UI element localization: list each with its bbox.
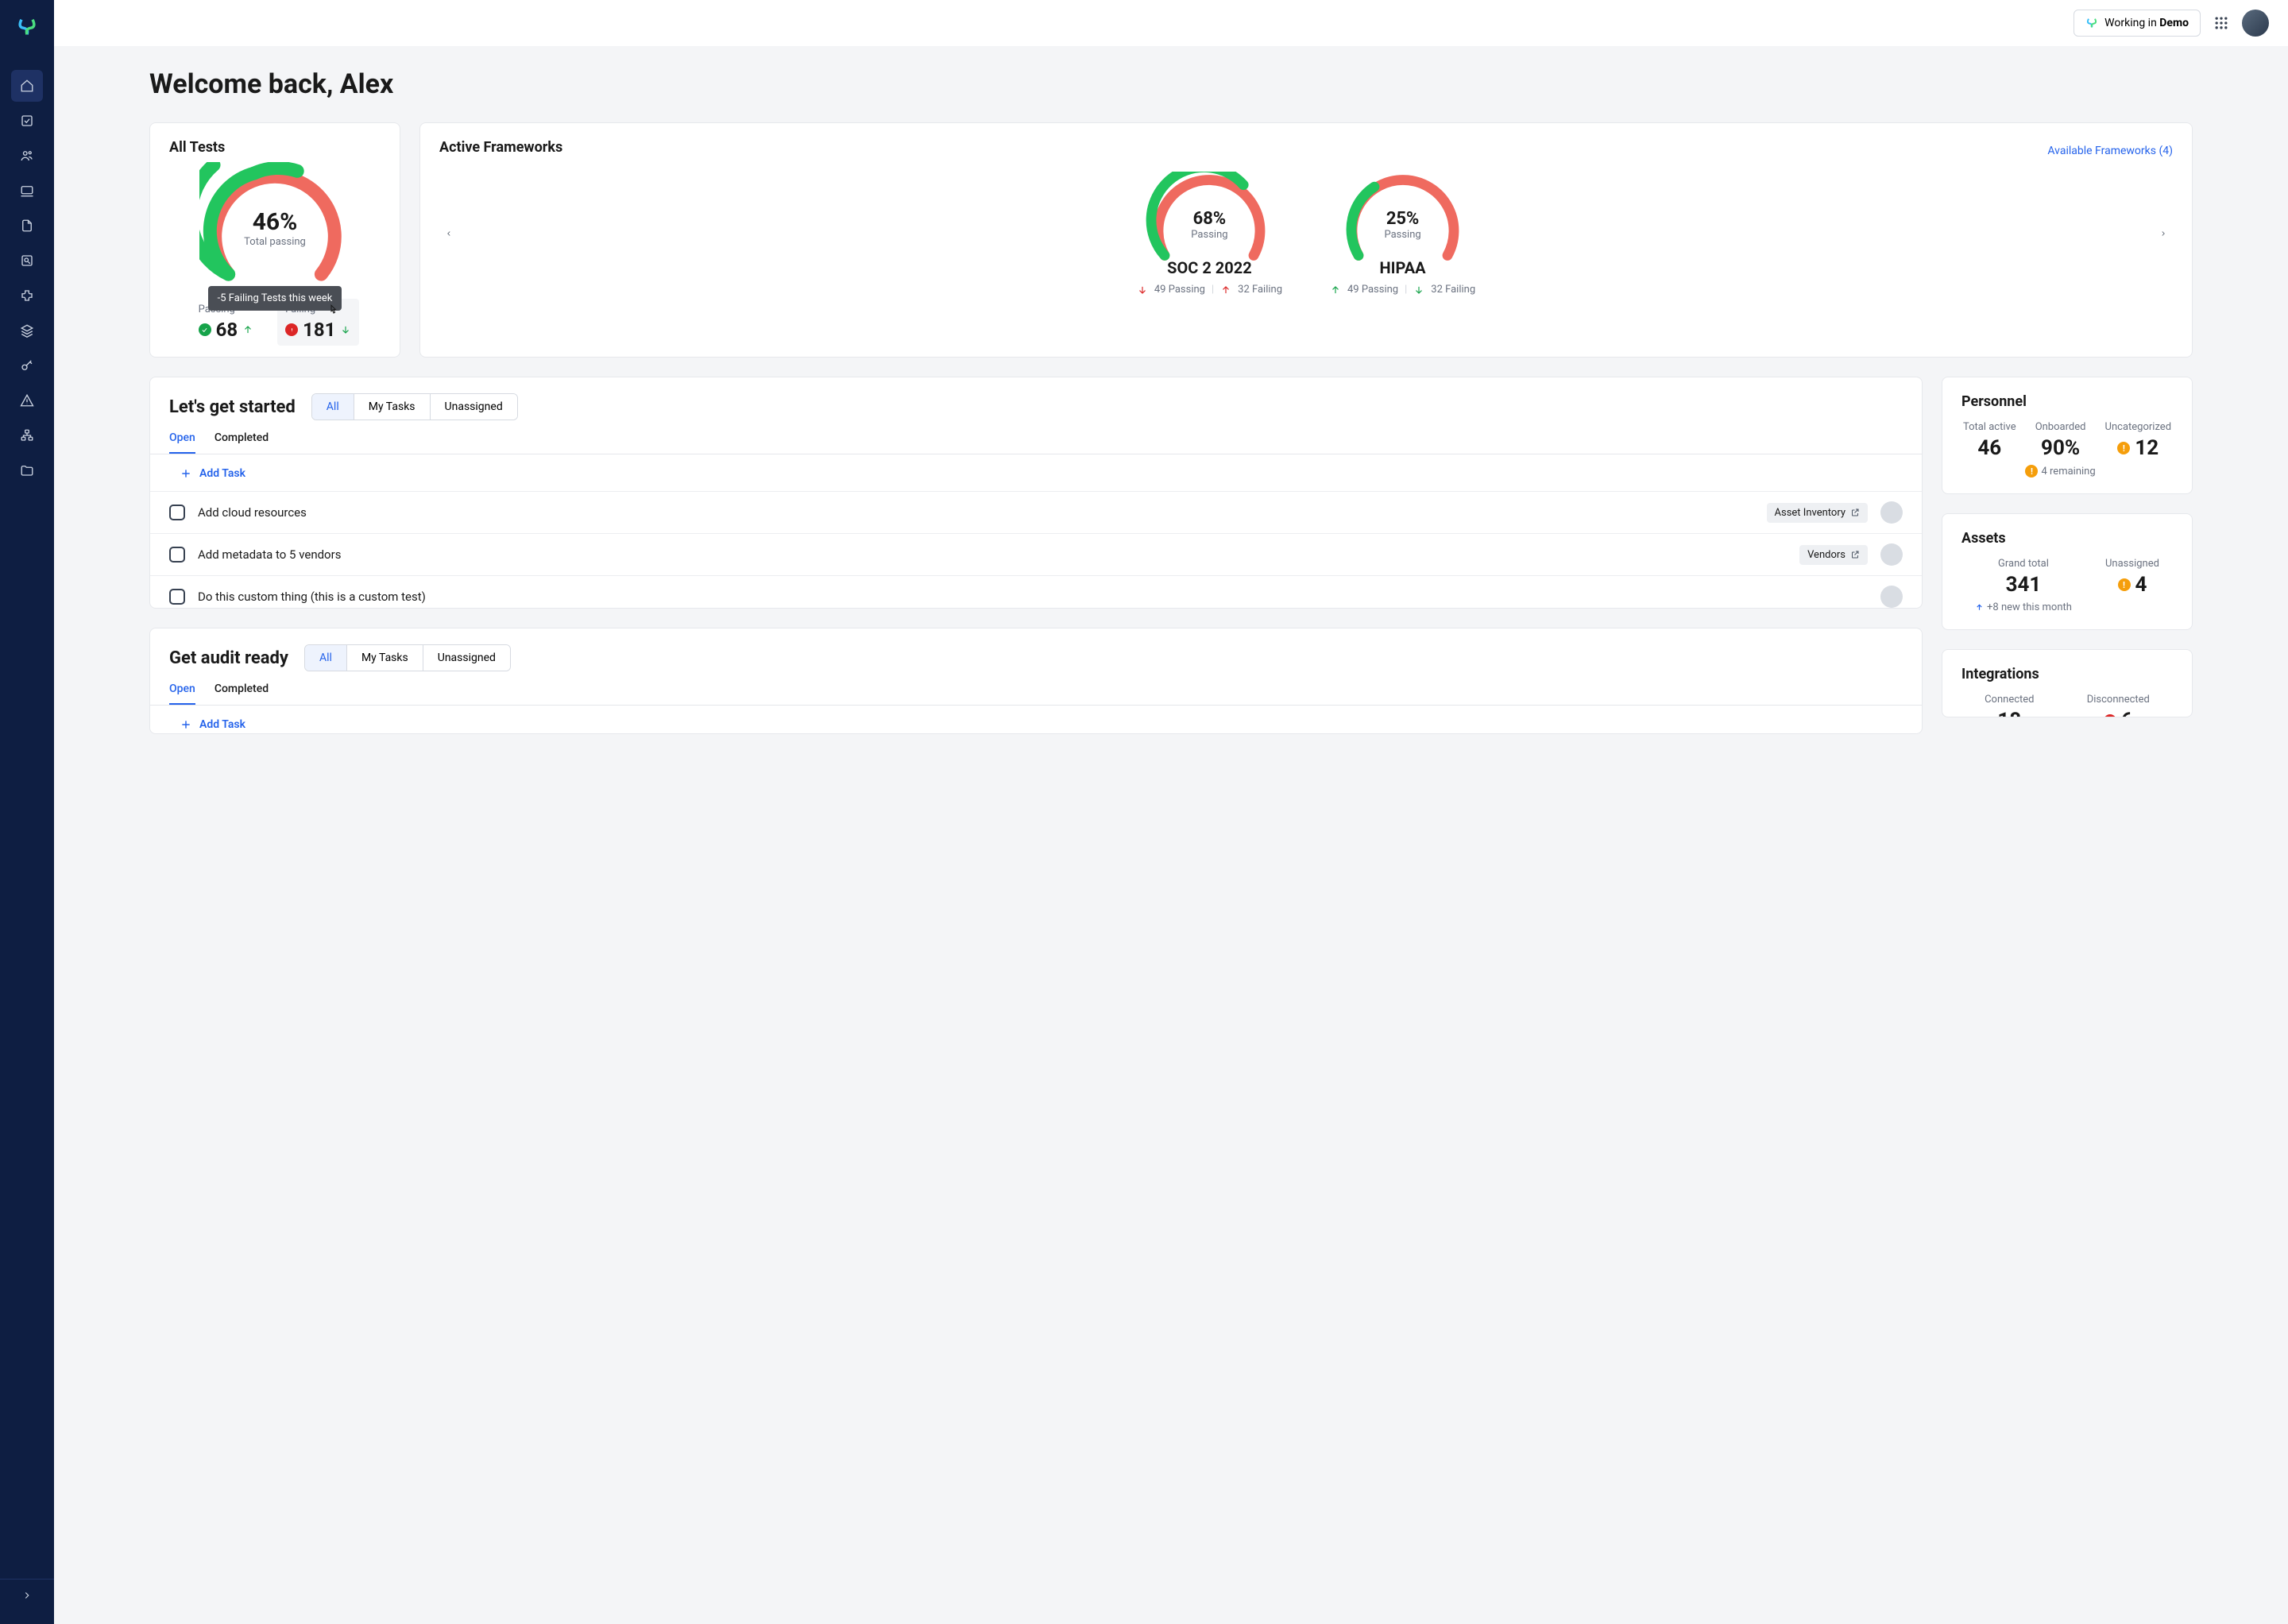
nav-search[interactable] [11,245,43,276]
get-started-card: Let's get started All My Tasks Unassigne… [149,377,1923,609]
app-logo-icon [16,16,38,38]
arrow-up-icon [1220,284,1231,296]
nav-files[interactable] [11,454,43,486]
filter-all[interactable]: All [312,394,354,420]
tab-open[interactable]: Open [169,682,195,705]
all-tests-card: All Tests 46% Total passing -5 Failin [149,122,400,358]
nav-integrations[interactable] [11,280,43,311]
plus-icon [180,719,191,730]
all-tests-percent: 46% [244,208,306,236]
carousel-prev-button[interactable] [439,224,458,243]
available-frameworks-link[interactable]: Available Frameworks (4) [2047,145,2173,157]
sidebar [0,0,54,1624]
all-tests-percent-label: Total passing [244,236,306,248]
warning-icon [2118,578,2131,591]
task-tag[interactable]: Asset Inventory [1767,503,1868,523]
task-checkbox[interactable] [169,547,185,563]
warning-icon [2025,465,2038,478]
assets-card[interactable]: Assets Grand total341+8 new this month U… [1942,513,2193,630]
nav-devices[interactable] [11,175,43,207]
framework-soc2[interactable]: 68% Passing SOC 2 2022 49 Passing | 32 F [1137,172,1282,296]
workspace-switcher[interactable]: Working in Demo [2074,10,2201,37]
check-circle-icon [199,323,211,336]
arrow-up-icon [1330,284,1341,296]
nav-tests[interactable] [11,105,43,137]
arrow-up-icon [1975,603,1984,612]
task-row[interactable]: Add metadata to 5 vendors Vendors [150,533,1922,575]
page-title: Welcome back, Alex [149,68,2193,100]
nav-layers[interactable] [11,315,43,346]
apps-grid-icon[interactable] [2213,15,2229,31]
failing-delta-tooltip: -5 Failing Tests this week [208,286,342,311]
nav-home[interactable] [11,70,43,102]
nav-keys[interactable] [11,350,43,381]
audit-filter: All My Tasks Unassigned [304,644,511,671]
framework-hipaa[interactable]: 25% Passing HIPAA 49 Passing | 32 Failin [1330,172,1475,296]
filter-all[interactable]: All [305,645,347,671]
arrow-down-icon [1413,284,1424,296]
add-task-button[interactable]: Add Task [169,454,1903,491]
filter-unassigned[interactable]: Unassigned [431,394,517,420]
get-started-title: Let's get started [169,397,296,417]
external-link-icon [1850,508,1860,517]
tab-completed[interactable]: Completed [214,682,269,705]
alert-circle-icon [285,323,298,336]
nav-personnel[interactable] [11,140,43,172]
trend-down-icon [340,324,351,335]
all-tests-title: All Tests [169,139,381,156]
task-row[interactable]: Do this custom thing (this is a custom t… [150,575,1922,609]
workspace-logo-icon [2085,17,2098,29]
task-checkbox[interactable] [169,505,185,520]
topbar: Working in Demo [54,0,2288,46]
arrow-down-icon [1137,284,1148,296]
error-icon [2104,714,2116,717]
external-link-icon [1850,550,1860,559]
user-avatar[interactable] [2242,10,2269,37]
assignee-avatar[interactable] [1880,543,1903,566]
frameworks-card: Active Frameworks Available Frameworks (… [419,122,2193,358]
frameworks-title: Active Frameworks [439,139,562,156]
plus-icon [180,468,191,479]
filter-my-tasks[interactable]: My Tasks [347,645,423,671]
nav-org[interactable] [11,420,43,451]
tab-completed[interactable]: Completed [214,431,269,454]
task-tag[interactable]: Vendors [1799,545,1868,565]
assignee-avatar[interactable] [1880,586,1903,608]
audit-ready-title: Get audit ready [169,648,288,668]
sidebar-expand-button[interactable] [11,1580,43,1611]
task-checkbox[interactable] [169,589,185,605]
integrations-card[interactable]: Integrations Connected18 Disconnected6 [1942,649,2193,717]
tab-open[interactable]: Open [169,431,195,454]
warning-icon [2117,442,2130,454]
audit-ready-card: Get audit ready All My Tasks Unassigned … [149,628,1923,734]
trend-up-icon [242,324,253,335]
nav-documents[interactable] [11,210,43,242]
nav-alerts[interactable] [11,385,43,416]
filter-my-tasks[interactable]: My Tasks [354,394,431,420]
personnel-card[interactable]: Personnel Total active46 Onboarded90%4 r… [1942,377,2193,494]
carousel-next-button[interactable] [2154,224,2173,243]
task-row[interactable]: Add cloud resources Asset Inventory [150,491,1922,533]
filter-unassigned[interactable]: Unassigned [423,645,510,671]
add-task-button[interactable]: Add Task [169,706,1903,734]
assignee-avatar[interactable] [1880,501,1903,524]
get-started-filter: All My Tasks Unassigned [311,393,518,420]
